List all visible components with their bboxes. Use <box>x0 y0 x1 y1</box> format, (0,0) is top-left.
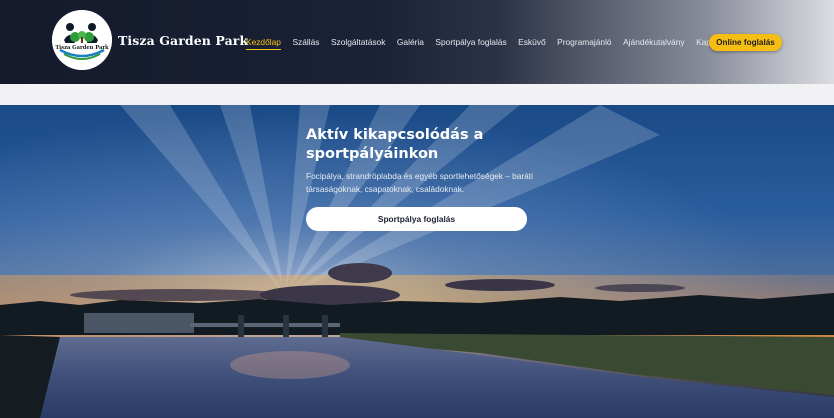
header-divider-strip <box>0 84 834 105</box>
nav-item-galeria[interactable]: Galéria <box>397 37 424 50</box>
site-logo[interactable]: Tisza Garden Park <box>52 10 112 70</box>
nav-item-kezdolap[interactable]: Kezdőlap <box>246 37 281 50</box>
nav-item-sportpalya-foglalas[interactable]: Sportpálya foglalás <box>435 37 506 50</box>
nav-item-szolgaltatasok[interactable]: Szolgáltatások <box>331 37 385 50</box>
site-header: Tisza Garden Park Tisza Garden Park Kezd… <box>0 0 834 84</box>
nav-item-ajandekutalvany[interactable]: Ajándékutalvány <box>623 37 684 50</box>
online-booking-button[interactable]: Online foglalás <box>709 34 782 51</box>
hero-title: Aktív kikapcsolódás a sportpályáinkon <box>306 127 484 162</box>
main-nav: Kezdőlap Szállás Szolgáltatások Galéria … <box>246 35 744 51</box>
hero-subtitle: Focipálya, strandröplabda és egyéb sport… <box>306 171 533 194</box>
sports-booking-button[interactable]: Sportpálya foglalás <box>306 207 527 231</box>
logo-text: Tisza Garden Park <box>55 45 109 51</box>
nav-item-szallas[interactable]: Szállás <box>292 37 319 50</box>
nav-item-programajanlo[interactable]: Programajánló <box>557 37 611 50</box>
brand-name[interactable]: Tisza Garden Park <box>118 33 248 48</box>
hero-section: Aktív kikapcsolódás a sportpályáinkon Fo… <box>0 105 834 418</box>
logo-emblem-icon: Tisza Garden Park <box>52 10 112 70</box>
nav-item-eskuvo[interactable]: Esküvő <box>518 37 545 50</box>
